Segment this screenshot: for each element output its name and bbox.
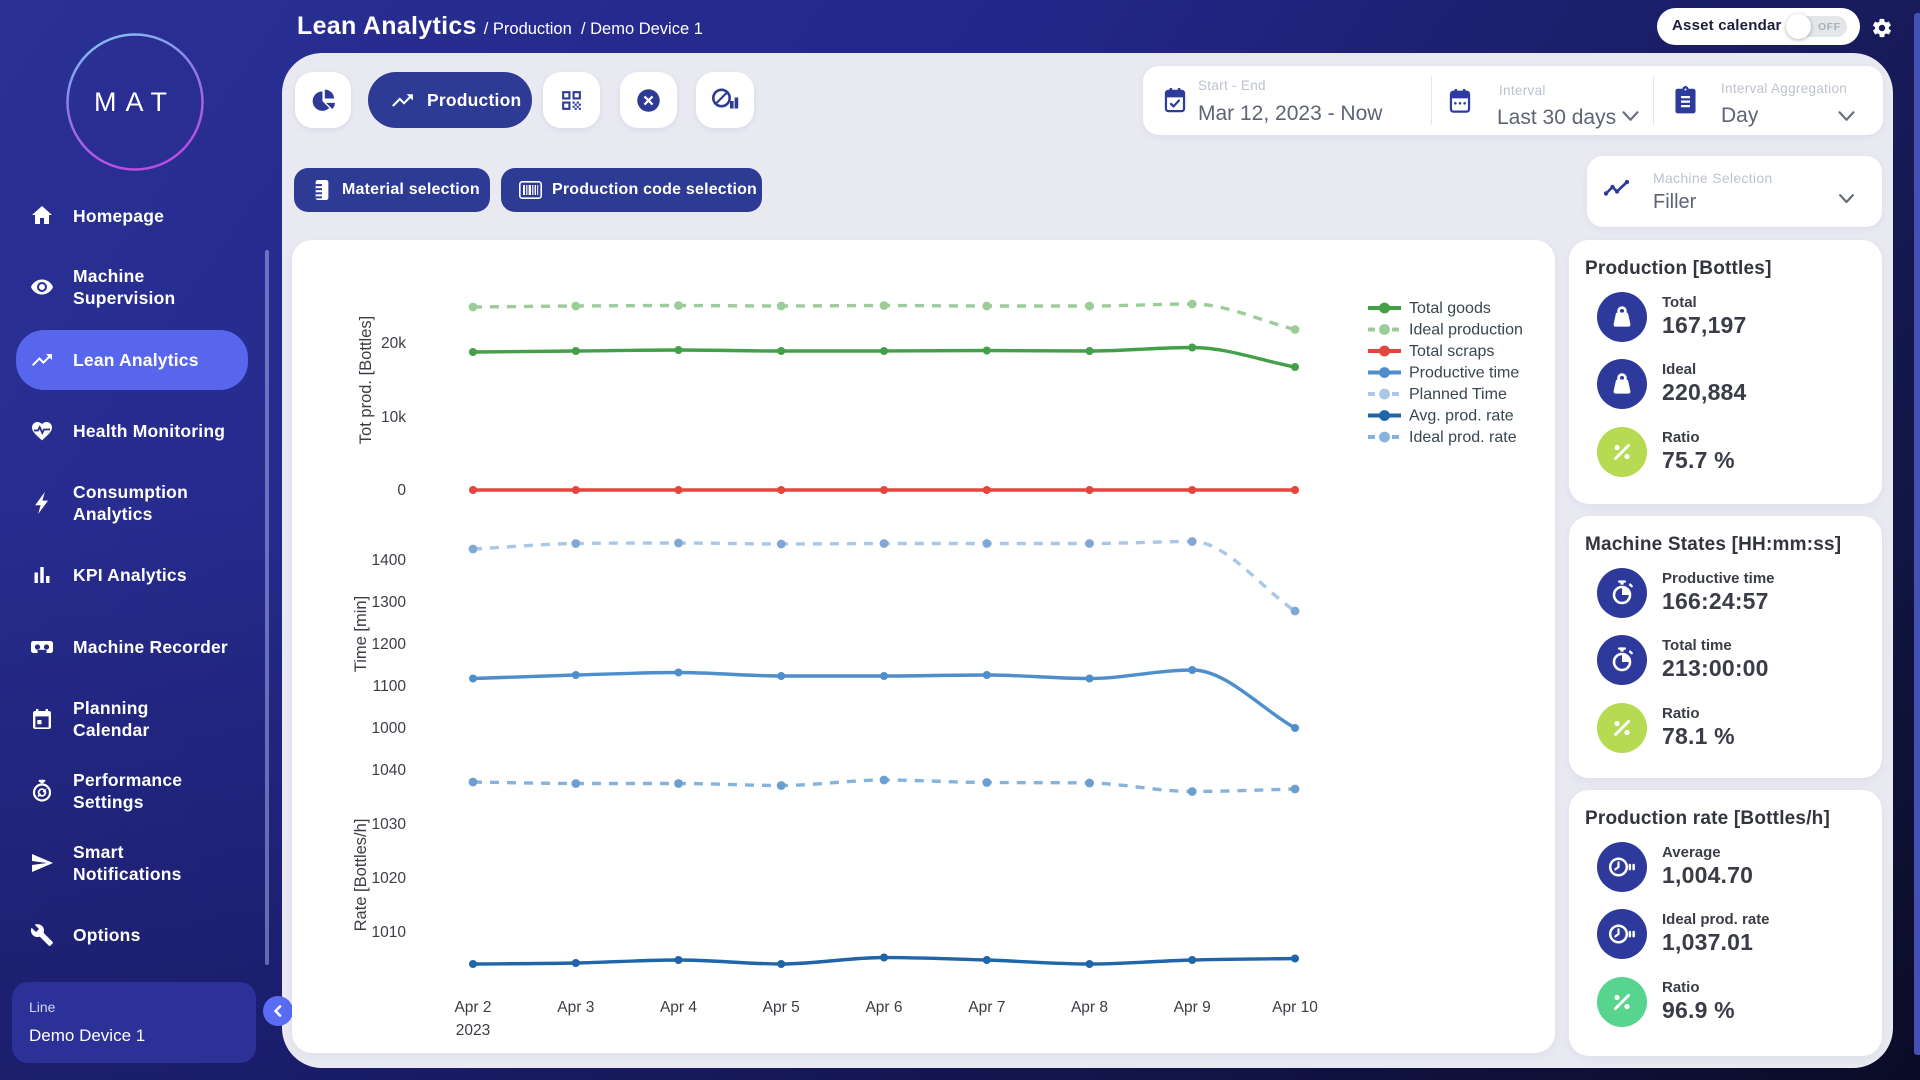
- svg-text:Apr 8: Apr 8: [1071, 999, 1108, 1016]
- svg-text:MAT: MAT: [94, 87, 176, 117]
- svg-text:Total scraps: Total scraps: [1409, 343, 1494, 360]
- svg-text:1010: 1010: [372, 924, 407, 941]
- svg-text:20k: 20k: [381, 335, 406, 352]
- svg-text:Ideal production: Ideal production: [1409, 322, 1523, 339]
- svg-text:0: 0: [397, 482, 406, 499]
- svg-text:1300: 1300: [372, 594, 407, 611]
- svg-text:Tot prod. [Bottles]: Tot prod. [Bottles]: [357, 316, 375, 444]
- svg-text:Apr 3: Apr 3: [557, 999, 594, 1016]
- svg-text:1400: 1400: [372, 552, 407, 569]
- svg-text:1000: 1000: [372, 720, 407, 737]
- svg-text:2023: 2023: [456, 1022, 490, 1039]
- svg-text:10k: 10k: [381, 409, 406, 426]
- svg-text:Apr 9: Apr 9: [1174, 999, 1211, 1016]
- svg-text:1100: 1100: [373, 678, 407, 695]
- svg-text:Avg. prod. rate: Avg. prod. rate: [1409, 408, 1514, 425]
- svg-text:Apr 10: Apr 10: [1272, 999, 1318, 1016]
- svg-text:Apr 7: Apr 7: [968, 999, 1005, 1016]
- svg-text:1020: 1020: [372, 870, 407, 887]
- svg-text:Planned Time: Planned Time: [1409, 386, 1507, 403]
- svg-text:1040: 1040: [372, 762, 407, 779]
- svg-text:Apr 5: Apr 5: [763, 999, 800, 1016]
- svg-text:Time [min]: Time [min]: [352, 596, 370, 672]
- svg-text:Ideal prod. rate: Ideal prod. rate: [1409, 429, 1517, 446]
- svg-text:1030: 1030: [372, 816, 407, 833]
- svg-text:Rate [Bottles/h]: Rate [Bottles/h]: [352, 819, 370, 932]
- svg-text:Total goods: Total goods: [1409, 300, 1491, 317]
- svg-text:Apr 4: Apr 4: [660, 999, 697, 1016]
- svg-text:Productive time: Productive time: [1409, 365, 1519, 382]
- svg-text:Apr 2: Apr 2: [454, 999, 491, 1016]
- svg-text:Apr 6: Apr 6: [865, 999, 902, 1016]
- svg-text:1200: 1200: [372, 636, 407, 653]
